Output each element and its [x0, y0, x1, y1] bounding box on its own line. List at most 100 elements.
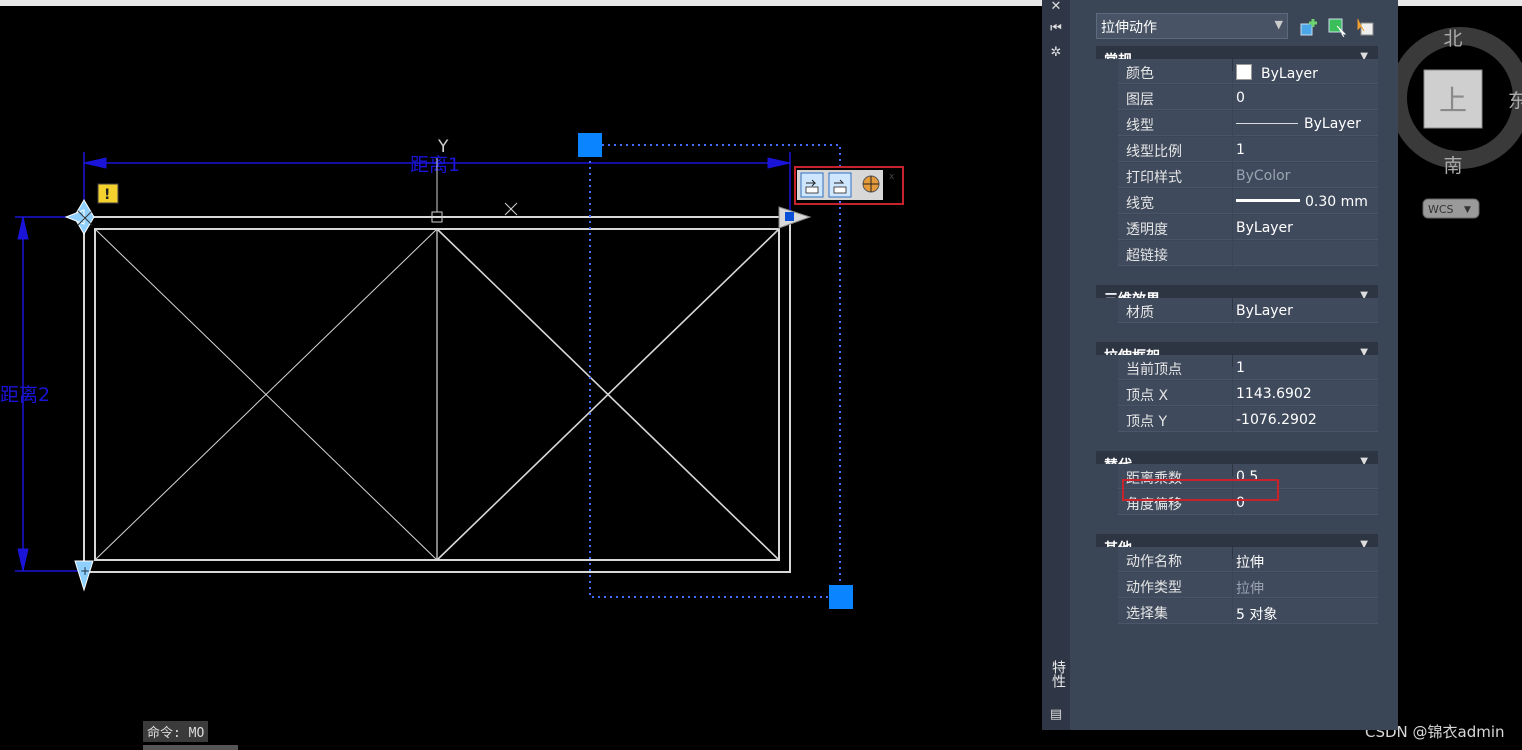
property-key: 线宽 [1118, 189, 1232, 214]
property-value[interactable]: 拉伸 [1233, 547, 1378, 572]
row-gutter [1096, 573, 1118, 599]
property-row[interactable]: 顶点 X 1143.6902 [1096, 381, 1378, 407]
property-row[interactable]: 超链接 [1096, 241, 1378, 267]
lineweight-sample [1236, 199, 1300, 202]
property-row[interactable]: 透明度 ByLayer [1096, 215, 1378, 241]
palette-title: 特性 [1050, 660, 1066, 688]
top-bar-right [1398, 0, 1522, 6]
command-line[interactable]: 命令: MO [143, 721, 209, 742]
property-value-text: ByLayer [1304, 116, 1361, 132]
row-gutter [1096, 137, 1118, 163]
property-value-text: 拉伸 [1236, 581, 1264, 597]
row-gutter [1096, 490, 1118, 516]
property-value-text: 5 对象 [1236, 607, 1278, 623]
row-gutter [1096, 189, 1118, 215]
viewcube-east: 东 [1508, 90, 1522, 112]
property-value-text: 0 [1236, 90, 1245, 106]
property-value[interactable]: ByLayer [1233, 59, 1378, 84]
block-rectangle[interactable] [83, 216, 791, 573]
property-row[interactable]: 线型比例 1 [1096, 137, 1378, 163]
property-row[interactable]: 打印样式 ByColor [1096, 163, 1378, 189]
palette-side-strip: ✕ ⏮ ✲ 特性 ▤ [1042, 0, 1070, 730]
linetype-sample [1236, 123, 1298, 124]
row-gutter [1096, 407, 1118, 433]
param-grip-left[interactable] [64, 199, 95, 235]
property-row[interactable]: 顶点 Y -1076.2902 [1096, 407, 1378, 433]
wcs-label: WCS [1428, 203, 1454, 216]
property-key: 线型比例 [1118, 137, 1232, 162]
property-key: 颜色 [1118, 59, 1232, 84]
property-value[interactable]: ByLayer [1233, 215, 1378, 240]
object-type-select[interactable]: 拉伸动作 ▼ [1096, 13, 1288, 39]
property-key: 材质 [1118, 298, 1232, 323]
property-value[interactable]: ByLayer [1233, 111, 1378, 136]
row-gutter [1096, 298, 1118, 324]
viewcube[interactable]: 上 北 南 东 WCS ▼ [1398, 10, 1522, 230]
select-objects-icon[interactable] [1327, 17, 1347, 37]
property-value[interactable]: 拉伸 [1233, 573, 1378, 598]
property-key: 动作类型 [1118, 573, 1232, 598]
properties-palette: ✕ ⏮ ✲ 特性 ▤ 拉伸动作 ▼ 常规▼颜色ByLayer图层0线型ByLay… [1042, 0, 1398, 730]
color-swatch [1236, 64, 1252, 80]
property-key: 透明度 [1118, 215, 1232, 240]
property-row[interactable]: 材质 ByLayer [1096, 298, 1378, 324]
close-icon[interactable]: ✕ [1049, 0, 1063, 14]
viewcube-north: 北 [1443, 28, 1462, 50]
highlight-distance-multiplier [1122, 479, 1279, 501]
param-grip-right[interactable] [778, 206, 812, 229]
row-gutter [1096, 381, 1118, 407]
property-value[interactable]: 5 对象 [1233, 599, 1378, 624]
quick-select-icon[interactable] [1355, 17, 1375, 37]
property-key: 超链接 [1118, 241, 1232, 266]
action-toolbar[interactable]: x [794, 166, 904, 205]
svg-text:▼: ▼ [1464, 205, 1471, 215]
property-row[interactable]: 图层 0 [1096, 85, 1378, 111]
row-gutter [1096, 215, 1118, 241]
property-value[interactable]: ByColor [1233, 163, 1378, 188]
drawing-canvas[interactable]: 距离1 距离2 Y + ! x [0, 0, 1042, 750]
row-gutter [1096, 241, 1118, 267]
frame-grip-top-left [578, 133, 602, 157]
property-value-text: 拉伸 [1236, 555, 1264, 571]
command-line-input[interactable] [143, 745, 238, 750]
property-value[interactable]: 0 [1233, 85, 1378, 110]
property-row[interactable]: 线宽 0.30 mm [1096, 189, 1378, 215]
property-value-text: 0.30 mm [1305, 194, 1368, 210]
autohide-icon[interactable]: ⏮ [1049, 22, 1063, 36]
property-value[interactable]: 1 [1233, 137, 1378, 162]
property-row[interactable]: 线型 ByLayer [1096, 111, 1378, 137]
row-gutter [1096, 85, 1118, 111]
property-value[interactable]: ByLayer [1233, 298, 1378, 323]
property-key: 图层 [1118, 85, 1232, 110]
property-row[interactable]: 选择集 5 对象 [1096, 599, 1378, 625]
property-value[interactable]: 1 [1233, 355, 1378, 380]
property-value[interactable]: -1076.2902 [1233, 407, 1378, 432]
property-row[interactable]: 动作类型 拉伸 [1096, 573, 1378, 599]
property-value[interactable]: 1143.6902 [1233, 381, 1378, 406]
property-value-text: -1076.2902 [1236, 412, 1317, 428]
property-key: 选择集 [1118, 599, 1232, 624]
palette-menu-icon[interactable]: ▤ [1049, 708, 1063, 722]
property-value-text: 1 [1236, 142, 1245, 158]
toggle-pickadd-icon[interactable] [1299, 17, 1319, 37]
property-value-text: ByLayer [1236, 303, 1293, 319]
param-grip-bottom[interactable]: + [74, 560, 94, 592]
property-value-text: ByColor [1236, 168, 1291, 184]
property-row[interactable]: 当前顶点 1 [1096, 355, 1378, 381]
gear-icon[interactable]: ✲ [1049, 46, 1063, 60]
row-gutter [1096, 547, 1118, 573]
property-value-text: 1143.6902 [1236, 386, 1312, 402]
row-gutter [1096, 111, 1118, 137]
dimension-label-1: 距离1 [410, 154, 460, 176]
property-key: 打印样式 [1118, 163, 1232, 188]
property-row[interactable]: 动作名称 拉伸 [1096, 547, 1378, 573]
svg-text:x: x [889, 172, 895, 182]
property-value[interactable] [1233, 241, 1378, 266]
svg-text:+: + [80, 564, 90, 578]
property-value-text: ByLayer [1261, 66, 1318, 82]
row-gutter [1096, 599, 1118, 625]
frame-grip-bottom-right [829, 585, 853, 609]
property-value[interactable]: 0.30 mm [1233, 189, 1378, 214]
property-row[interactable]: 颜色 ByLayer [1096, 59, 1378, 85]
property-key: 线型 [1118, 111, 1232, 136]
